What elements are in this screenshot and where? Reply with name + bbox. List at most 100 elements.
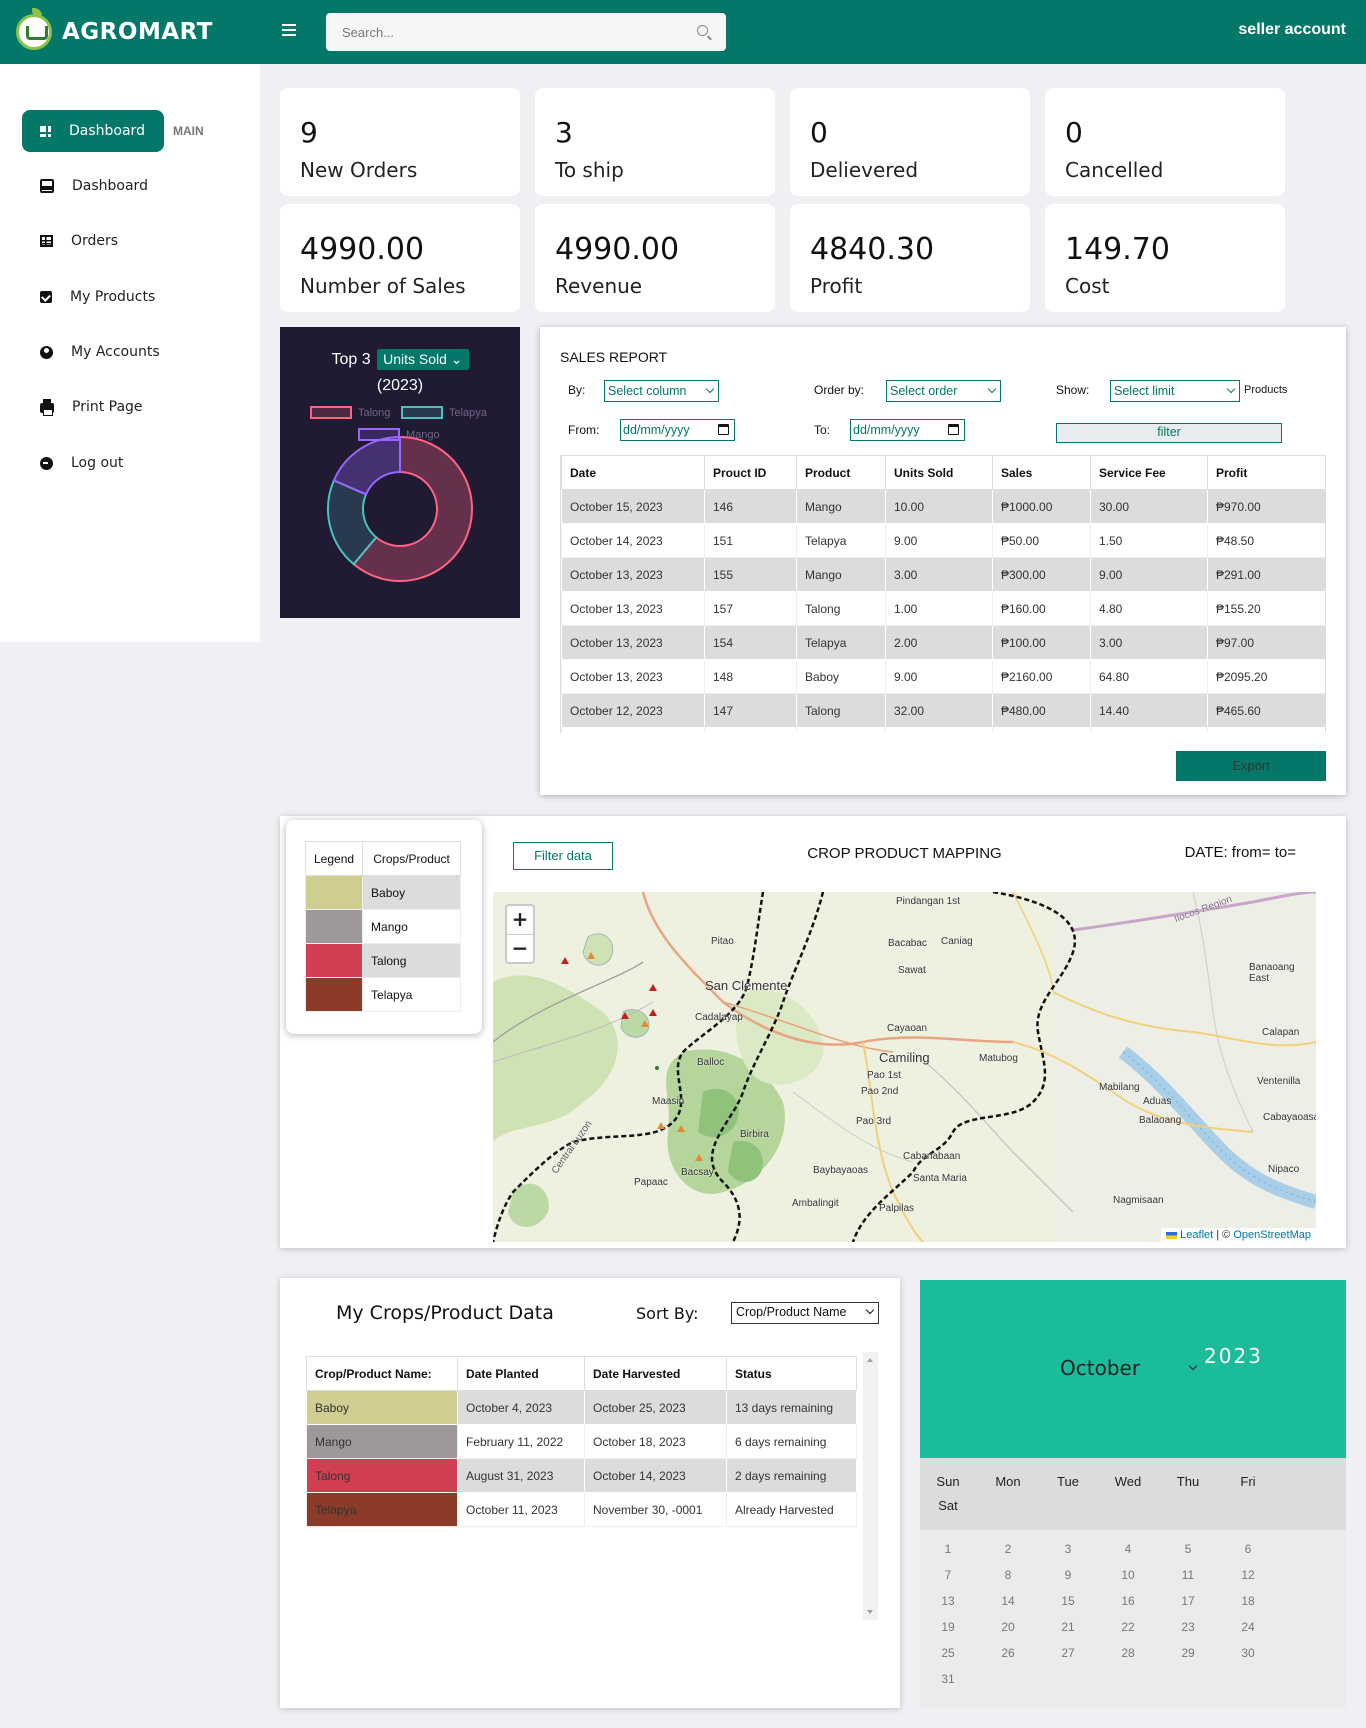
- scroll-up-arrow-icon[interactable]: [867, 1358, 873, 1362]
- sort-by-value: Crop/Product Name: [736, 1305, 847, 1319]
- column-header[interactable]: Crop/Product Name:: [306, 1356, 458, 1391]
- calendar-day[interactable]: 20: [975, 1620, 1041, 1634]
- donut-slice-mango[interactable]: [332, 435, 401, 496]
- search-icon[interactable]: [697, 25, 708, 36]
- calendar-day[interactable]: 30: [1215, 1646, 1281, 1660]
- column-header[interactable]: Product: [796, 455, 886, 490]
- to-date-input[interactable]: dd/mm/yyyy: [850, 419, 965, 441]
- calendar-day[interactable]: 5: [1155, 1542, 1221, 1556]
- calendar-day[interactable]: 29: [1155, 1646, 1221, 1660]
- scroll-down-arrow-icon[interactable]: [867, 1610, 873, 1614]
- calendar-day[interactable]: 21: [1035, 1620, 1101, 1634]
- sidebar-item-orders[interactable]: Orders: [22, 221, 242, 261]
- calendar-day[interactable]: 24: [1215, 1620, 1281, 1634]
- column-header[interactable]: Service Fee: [1090, 455, 1208, 490]
- calendar-day[interactable]: 2: [975, 1542, 1041, 1556]
- calendar-day[interactable]: 23: [1155, 1620, 1221, 1634]
- table-row[interactable]: October 14, 2023 151 Telapya 9.00 ₱50.00 1.50…: [561, 523, 1325, 558]
- table-row[interactable]: October 13, 2023 154 Telapya 2.00 ₱100.00 3.0…: [561, 625, 1325, 660]
- calendar-day[interactable]: 9: [1035, 1568, 1101, 1582]
- calendar-day-name: Fri: [1240, 1474, 1256, 1489]
- column-header[interactable]: Units Sold: [885, 455, 993, 490]
- calendar-day[interactable]: 25: [915, 1646, 981, 1660]
- calendar-icon[interactable]: [718, 424, 729, 435]
- calendar-day[interactable]: 17: [1155, 1594, 1221, 1608]
- table-cell: ₱480.00: [992, 693, 1091, 728]
- calendar-day[interactable]: 22: [1095, 1620, 1161, 1634]
- column-header[interactable]: Date Harvested: [584, 1356, 727, 1391]
- calendar-day[interactable]: 8: [975, 1568, 1041, 1582]
- calendar-day[interactable]: 10: [1095, 1568, 1161, 1582]
- sidebar-item-log-out[interactable]: Log out: [22, 443, 242, 483]
- sidebar-item-dashboard-active[interactable]: Dashboard: [22, 110, 164, 152]
- table-row[interactable]: Baboy October 4, 2023 October 25, 2023 13 d…: [306, 1390, 857, 1425]
- town-label: Nipaco: [1268, 1164, 1300, 1175]
- calendar-year[interactable]: 2023: [1204, 1344, 1263, 1368]
- column-header[interactable]: Date Planted: [457, 1356, 585, 1391]
- calendar-day[interactable]: 15: [1035, 1594, 1101, 1608]
- search-input[interactable]: [342, 24, 682, 40]
- calendar-day[interactable]: 14: [975, 1594, 1041, 1608]
- zoom-in-button[interactable]: +: [507, 906, 533, 934]
- order-by-select[interactable]: Select order: [886, 380, 1001, 402]
- table-cell: 6 days remaining: [726, 1424, 857, 1459]
- hamburger-menu-icon[interactable]: [282, 24, 296, 36]
- brand-logo[interactable]: AGROMART: [16, 8, 213, 52]
- from-date-input[interactable]: dd/mm/yyyy: [620, 419, 735, 441]
- calendar-day[interactable]: 11: [1155, 1568, 1221, 1582]
- zoom-out-button[interactable]: −: [507, 934, 533, 962]
- table-cell: ₱155.20: [1207, 591, 1325, 626]
- table-row[interactable]: October 13, 2023 157 Talong 1.00 ₱160.00 4.80…: [561, 591, 1325, 626]
- export-button[interactable]: Export: [1176, 751, 1326, 781]
- table-row[interactable]: October 12, 2023 147 Talong 32.00 ₱480.00 14.…: [561, 693, 1325, 728]
- by-column-select[interactable]: Select column: [604, 380, 719, 402]
- table-row[interactable]: Mango February 11, 2022 October 18, 2023 6 …: [306, 1424, 857, 1459]
- calendar-icon[interactable]: [948, 424, 959, 435]
- legend-color-swatch: [304, 909, 364, 944]
- calendar-day[interactable]: 12: [1215, 1568, 1281, 1582]
- calendar-day[interactable]: 4: [1095, 1542, 1161, 1556]
- table-row[interactable]: October 13, 2023 148 Baboy 9.00 ₱2160.00 64.8…: [561, 659, 1325, 694]
- table-cell: 148: [704, 659, 797, 694]
- table-row[interactable]: October 15, 2023 146 Mango 10.00 ₱1000.00 30.…: [561, 489, 1325, 524]
- calendar-day[interactable]: 3: [1035, 1542, 1101, 1556]
- town-label: Baybayaoas: [813, 1165, 869, 1176]
- table-row[interactable]: Talong August 31, 2023 October 14, 2023 2 d…: [306, 1458, 857, 1493]
- leaflet-link[interactable]: Leaflet: [1180, 1229, 1213, 1241]
- column-header[interactable]: Sales: [992, 455, 1091, 490]
- calendar-day[interactable]: 18: [1215, 1594, 1281, 1608]
- show-limit-select[interactable]: Select limit: [1110, 380, 1240, 402]
- sidebar-item-dashboard[interactable]: Dashboard: [22, 166, 242, 206]
- calendar-day[interactable]: 31: [915, 1672, 981, 1686]
- calendar-day[interactable]: 27: [1035, 1646, 1101, 1660]
- calendar-day[interactable]: 19: [915, 1620, 981, 1634]
- osm-link[interactable]: OpenStreetMap: [1233, 1229, 1311, 1241]
- crop-map[interactable]: Pindangan 1st Pitao Bacabac Caniag Sawat…: [493, 892, 1316, 1242]
- column-header[interactable]: Prouct ID: [704, 455, 797, 490]
- sidebar-item-print-page[interactable]: Print Page: [22, 387, 242, 427]
- calendar-day[interactable]: 6: [1215, 1542, 1281, 1556]
- table-cell: October 13, 2023: [561, 557, 705, 592]
- calendar-day[interactable]: 1: [915, 1542, 981, 1556]
- calendar-day[interactable]: 13: [915, 1594, 981, 1608]
- sort-by-select[interactable]: Crop/Product Name: [731, 1302, 879, 1324]
- calendar-day[interactable]: 28: [1095, 1646, 1161, 1660]
- table-row[interactable]: October 13, 2023 155 Mango 3.00 ₱300.00 9.00 ₱…: [561, 557, 1325, 592]
- sales-table-scroll[interactable]: Date Prouct ID Product Units Sold Sales …: [560, 455, 1326, 733]
- account-label[interactable]: seller account: [1238, 21, 1346, 39]
- sidebar-item-my-products[interactable]: My Products: [22, 277, 242, 317]
- filter-button[interactable]: filter: [1056, 423, 1282, 443]
- calendar-month[interactable]: October: [1060, 1356, 1140, 1380]
- crops-scrollbar[interactable]: [863, 1352, 878, 1620]
- column-header[interactable]: Date: [561, 455, 705, 490]
- calendar-day[interactable]: 7: [915, 1568, 981, 1582]
- column-header[interactable]: Status: [726, 1356, 857, 1391]
- chevron-down-icon[interactable]: [1188, 1361, 1198, 1371]
- table-row[interactable]: Telapya October 11, 2023 November 30, -000…: [306, 1492, 857, 1527]
- calendar-day[interactable]: 26: [975, 1646, 1041, 1660]
- sidebar-item-my-accounts[interactable]: My Accounts: [22, 332, 242, 372]
- column-header[interactable]: Profit: [1207, 455, 1325, 490]
- by-label: By:: [568, 383, 586, 397]
- table-row[interactable]: [561, 727, 1325, 733]
- calendar-day[interactable]: 16: [1095, 1594, 1161, 1608]
